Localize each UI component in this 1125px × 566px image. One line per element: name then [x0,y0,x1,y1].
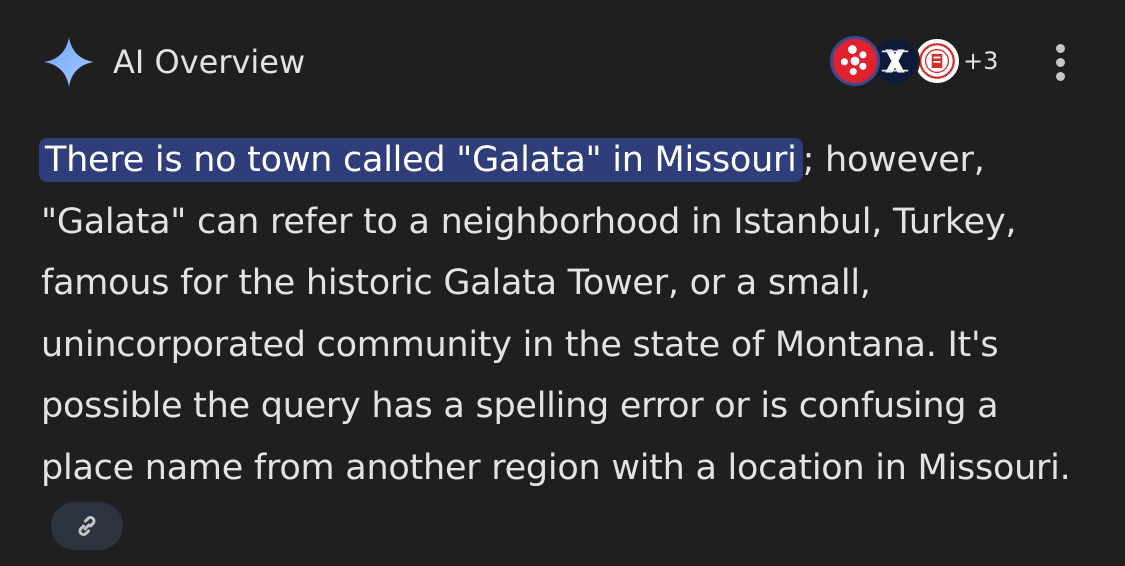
more-vert-icon [1056,44,1065,53]
answer-text: ; however, "Galata" can refer to a neigh… [41,140,1071,488]
highlighted-answer: There is no town called "Galata" in Miss… [39,138,803,182]
sources-button[interactable]: +3 [830,36,1010,88]
link-icon [78,515,96,537]
yelp-icon [830,36,880,86]
ai-overview-header: AI Overview +3 [0,0,1125,120]
ai-overview-title: AI Overview [113,43,306,81]
more-sources-count: +3 [963,47,999,75]
gemini-sparkle-icon [44,37,94,87]
ai-overview-answer: There is no town called "Galata" in Miss… [39,130,1091,561]
more-options-button[interactable] [1044,40,1078,86]
source-link-button[interactable] [51,502,123,550]
